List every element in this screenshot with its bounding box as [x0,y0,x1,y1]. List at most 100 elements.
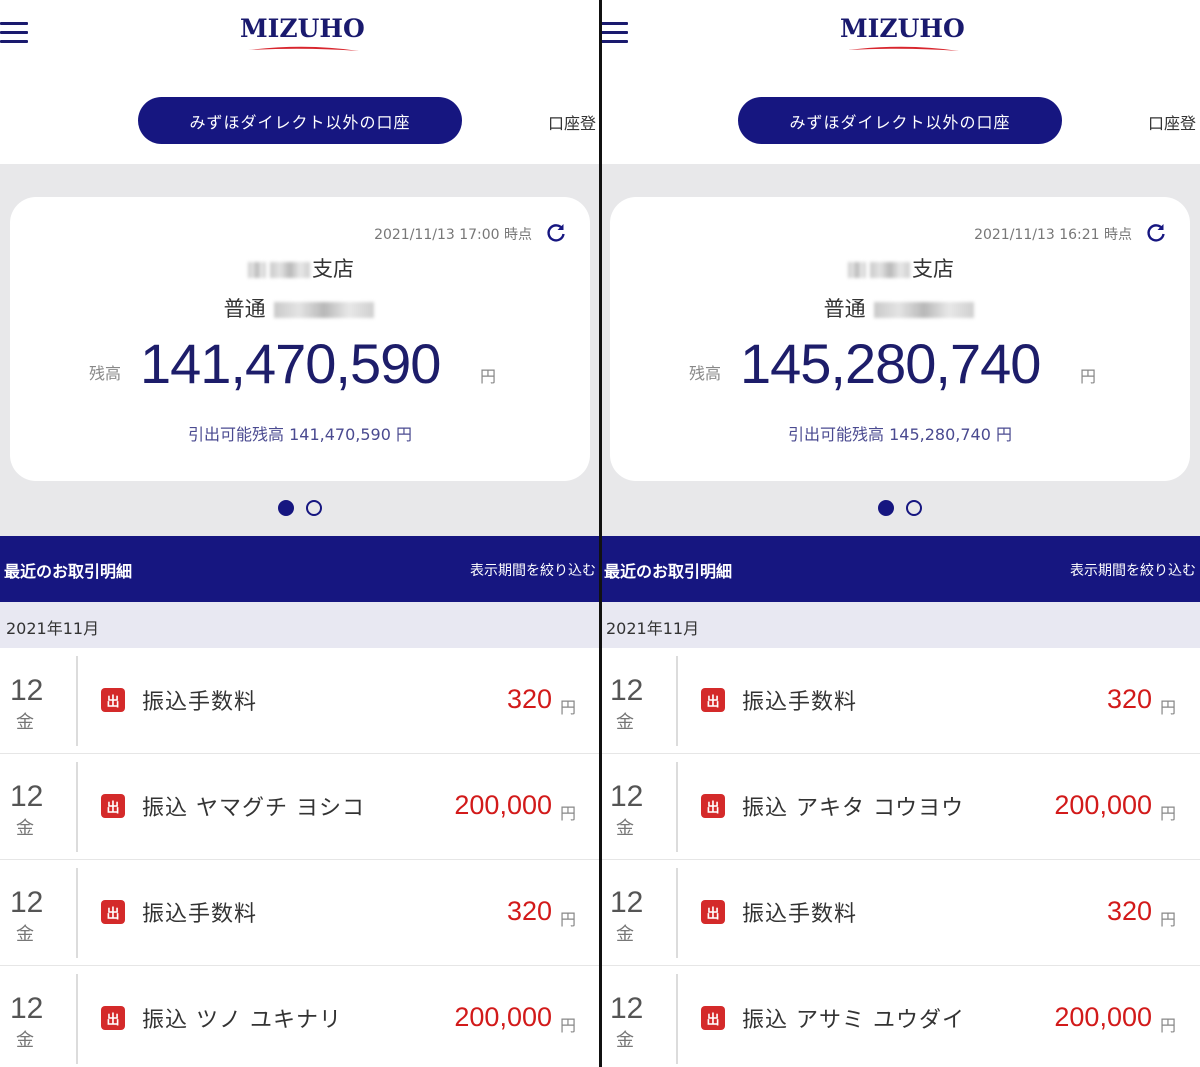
tx-separator [76,974,78,1064]
balance-unit: 円 [480,367,497,386]
tx-unit: 円 [1159,910,1176,929]
account-card[interactable]: 2021/11/13 16:21 時点 支店 普通 残高 145,280,740… [610,197,1190,481]
branch-suffix: 支店 [312,257,354,281]
tx-day: 12 [10,886,44,919]
tx-day: 12 [610,992,644,1025]
transaction-row[interactable]: 12 金 出 振込 アサミ ユウダイ 200,000 円 [600,966,1200,1067]
tx-day: 12 [10,674,44,707]
withdrawal-badge-icon: 出 [701,794,725,818]
carousel-dot-active[interactable] [278,500,294,516]
tx-separator [676,656,678,746]
withdrawal-badge-icon: 出 [101,688,125,712]
account-card[interactable]: 2021/11/13 17:00 時点 支店 普通 残高 141,470,590… [10,197,590,481]
tx-separator [76,656,78,746]
balance-timestamp: 2021/11/13 17:00 時点 [374,227,532,243]
tab-other-accounts[interactable]: みずほダイレクト以外の口座 [138,97,462,144]
tx-description: 振込手数料 [142,902,258,927]
account-carousel: 2021/11/13 16:21 時点 支店 普通 残高 145,280,740… [600,164,1200,536]
tx-amount: 200,000 [1054,790,1152,820]
tx-day: 12 [610,780,644,813]
tx-separator [76,868,78,958]
transaction-row[interactable]: 12 金 出 振込手数料 320 円 [0,648,600,754]
transactions-header: 最近のお取引明細 表示期間を絞り込む [600,536,1200,602]
balance-unit: 円 [1080,367,1097,386]
account-type: 普通 [223,297,266,321]
panel-right: MIZUHO みずほダイレクト以外の口座 口座登 2021/11/13 16:2… [600,0,1200,1067]
branch-suffix: 支店 [912,257,954,281]
tx-weekday: 金 [16,712,34,733]
tx-unit: 円 [559,1016,576,1035]
tx-description: 振込手数料 [742,902,858,927]
masked-text [874,302,975,318]
tx-amount: 200,000 [454,790,552,820]
masked-text [870,262,910,278]
refresh-icon[interactable] [544,221,568,245]
tx-day: 12 [10,780,44,813]
withdrawal-badge-icon: 出 [101,1006,125,1030]
balance-label: 残高 [689,364,722,383]
transactions-title: 最近のお取引明細 [604,562,733,581]
balance-label: 残高 [89,364,122,383]
logo-swoosh [848,46,959,51]
account-number: 普通 [610,293,1190,323]
month-header: 2021年11月 [600,602,1200,648]
withdrawal-badge-icon: 出 [101,794,125,818]
withdrawal-badge-icon: 出 [701,1006,725,1030]
tx-separator [76,762,78,852]
carousel-dot[interactable] [906,500,922,516]
available-balance: 引出可能残高 141,470,590 円 [188,425,412,444]
transactions-header: 最近のお取引明細 表示期間を絞り込む [0,536,600,602]
branch-name: 支店 [10,253,590,283]
menu-icon[interactable] [0,22,28,44]
carousel-dots [600,500,1200,516]
tx-amount: 320 [506,896,552,926]
tab-other-accounts[interactable]: みずほダイレクト以外の口座 [738,97,1062,144]
tx-day: 12 [610,886,644,919]
balance-amount: 145,280,740 [740,332,1041,395]
tx-amount: 320 [506,684,552,714]
tx-weekday: 金 [616,1030,634,1051]
transactions-title: 最近のお取引明細 [4,562,133,581]
logo-text: MIZUHO [240,14,365,43]
transaction-row[interactable]: 12 金 出 振込 ツノ ユキナリ 200,000 円 [0,966,600,1067]
carousel-dots [0,500,600,516]
menu-icon[interactable] [600,22,628,44]
transaction-row[interactable]: 12 金 出 振込 ヤマグチ ヨシコ 200,000 円 [0,754,600,860]
tx-weekday: 金 [616,818,634,839]
tx-weekday: 金 [616,712,634,733]
tab-account-register[interactable]: 口座登 [548,110,596,134]
transaction-row[interactable]: 12 金 出 振込手数料 320 円 [0,860,600,966]
transaction-row[interactable]: 12 金 出 振込手数料 320 円 [600,648,1200,754]
masked-text [848,262,866,278]
tx-weekday: 金 [16,818,34,839]
tx-unit: 円 [1159,1016,1176,1035]
tx-amount: 320 [1106,896,1152,926]
withdrawal-badge-icon: 出 [101,900,125,924]
mizuho-logo: MIZUHO [840,14,965,56]
filter-period-link[interactable]: 表示期間を絞り込む [470,560,596,580]
carousel-dot[interactable] [306,500,322,516]
tx-amount: 200,000 [1054,1002,1152,1032]
tx-unit: 円 [559,804,576,823]
tx-weekday: 金 [616,924,634,945]
screenshot-pair: MIZUHO みずほダイレクト以外の口座 口座登 2021/11/13 17:0… [0,0,1200,1067]
tx-description: 振込 アキタ コウヨウ [742,796,965,821]
tx-unit: 円 [1159,804,1176,823]
carousel-dot-active[interactable] [878,500,894,516]
tx-separator [676,762,678,852]
tab-account-register[interactable]: 口座登 [1148,110,1196,134]
filter-period-link[interactable]: 表示期間を絞り込む [1070,560,1196,580]
withdrawal-badge-icon: 出 [701,900,725,924]
panel-divider [599,0,602,1067]
tx-day: 12 [10,992,44,1025]
transaction-row[interactable]: 12 金 出 振込 アキタ コウヨウ 200,000 円 [600,754,1200,860]
refresh-icon[interactable] [1144,221,1168,245]
tx-description: 振込手数料 [742,690,858,715]
tx-weekday: 金 [16,1030,34,1051]
logo-swoosh [248,46,359,51]
panel-left: MIZUHO みずほダイレクト以外の口座 口座登 2021/11/13 17:0… [0,0,600,1067]
account-type: 普通 [823,297,866,321]
transaction-row[interactable]: 12 金 出 振込手数料 320 円 [600,860,1200,966]
tx-unit: 円 [559,910,576,929]
balance-amount: 141,470,590 [140,332,441,395]
